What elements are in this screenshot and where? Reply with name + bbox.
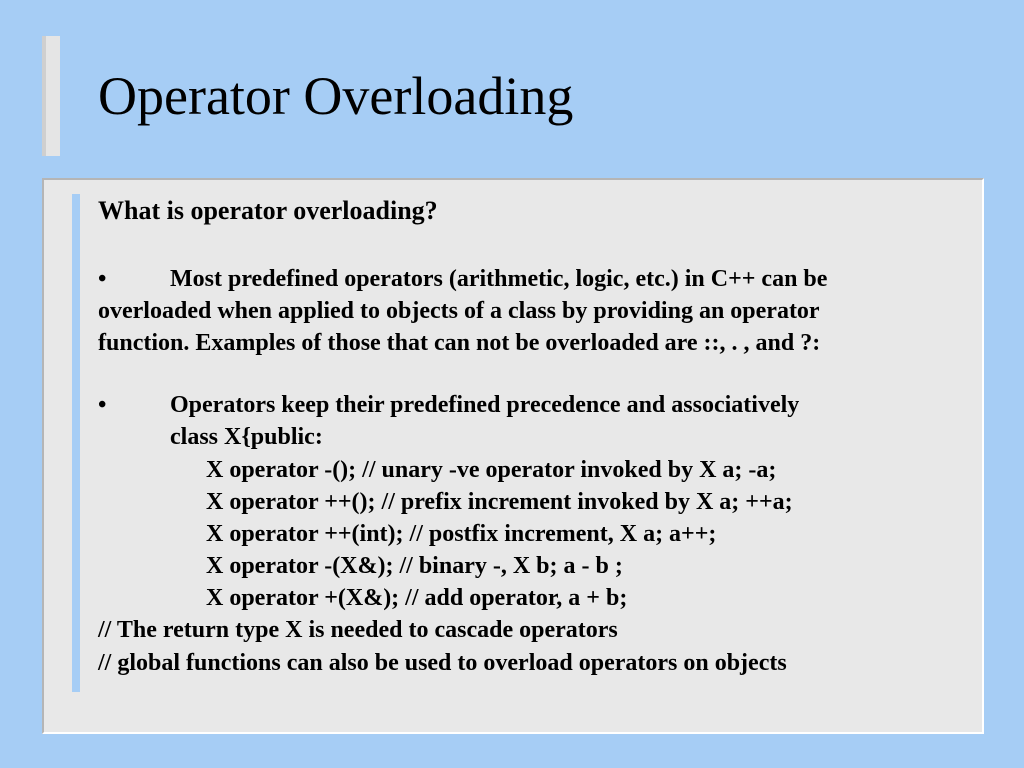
code-line-1: class X{public:	[98, 421, 964, 453]
code-line-5: X operator -(X&); // binary -, X b; a - …	[98, 550, 964, 582]
bullet-icon: •	[98, 389, 170, 421]
slide-title: Operator Overloading	[98, 65, 573, 127]
code-line-3: X operator ++(); // prefix increment inv…	[98, 486, 964, 518]
para1-line1: Most predefined operators (arithmetic, l…	[170, 263, 827, 295]
content-accent-bar	[72, 194, 80, 692]
comment-line-1: // The return type X is needed to cascad…	[98, 614, 964, 646]
paragraph-2: • Operators keep their predefined preced…	[98, 389, 964, 614]
title-block: Operator Overloading	[42, 36, 573, 156]
code-line-6: X operator +(X&); // add operator, a + b…	[98, 582, 964, 614]
comment-line-2: // global functions can also be used to …	[98, 647, 964, 679]
bullet-icon: •	[98, 263, 170, 295]
para1-line3: function. Examples of those that can not…	[98, 327, 964, 359]
content-box: What is operator overloading? • Most pre…	[42, 178, 984, 734]
title-accent-bar	[42, 36, 60, 156]
code-line-4: X operator ++(int); // postfix increment…	[98, 518, 964, 550]
section-heading: What is operator overloading?	[98, 194, 964, 229]
para1-line2: overloaded when applied to objects of a …	[98, 295, 964, 327]
para2-line1: Operators keep their predefined preceden…	[170, 389, 799, 421]
code-line-2: X operator -(); // unary -ve operator in…	[98, 454, 964, 486]
paragraph-1: • Most predefined operators (arithmetic,…	[98, 263, 964, 359]
